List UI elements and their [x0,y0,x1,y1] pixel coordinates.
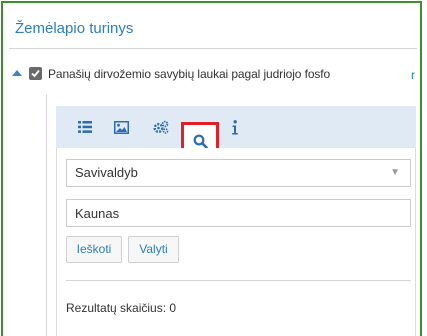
chevron-down-icon: ▼ [390,167,400,178]
layer-row[interactable]: Panašių dirvožemio savybių laukai pagal … [12,66,417,84]
tool-tabs [56,106,416,148]
info-icon [232,119,238,134]
tab-legend[interactable] [70,112,100,142]
collapse-arrow-icon[interactable] [12,70,22,76]
title-divider [9,48,417,49]
results-count: Rezultatų skaičius: 0 [66,301,177,315]
tab-settings[interactable] [146,112,176,142]
gears-icon [153,120,169,134]
tab-info[interactable] [220,112,250,142]
layer-checkbox[interactable] [29,67,42,80]
tree-indent-line [46,94,47,336]
results-divider [66,280,411,281]
municipality-select[interactable]: Savivaldyb ▼ [66,159,411,187]
layer-label-overflow: r [411,68,415,82]
tab-basemap[interactable] [106,112,136,142]
image-icon [113,120,129,134]
clear-button[interactable]: Valyti [128,236,179,263]
panel-title: Žemėlapio turinys [15,20,134,37]
list-icon [78,121,92,133]
search-input[interactable] [66,199,411,227]
search-button[interactable]: Ieškoti [66,236,122,263]
layer-label[interactable]: Panašių dirvožemio savybių laukai pagal … [48,67,330,81]
select-value: Savivaldyb [75,165,138,180]
search-icon [193,134,208,149]
